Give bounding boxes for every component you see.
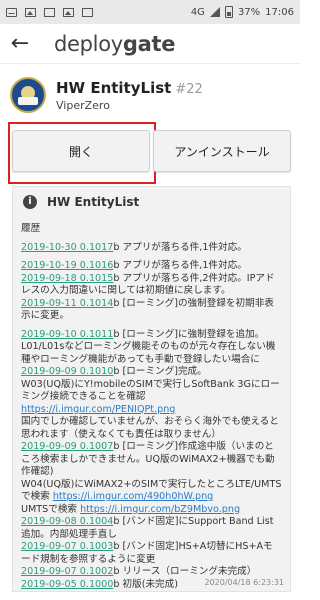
deploygate-logo: deploygate bbox=[54, 32, 175, 56]
list-item: 国内でしか確認していませんが、おそらく海外でも使えると思われます（使えなくても責… bbox=[21, 416, 282, 441]
image-icon bbox=[25, 7, 36, 17]
card-title: HW EntityList bbox=[47, 195, 140, 209]
image-url-link[interactable]: https://i.imgur.com/490h0hW.png bbox=[53, 491, 213, 502]
list-item: https://i.imgur.com/PENIQPt.png bbox=[21, 404, 282, 417]
mail-icon bbox=[6, 7, 17, 17]
gallery-icon bbox=[63, 7, 74, 17]
app-icon bbox=[82, 7, 93, 17]
entry-text: b [ローミング]完成。 bbox=[113, 366, 207, 377]
entry-text: b アプリが落ちる件,1件対応。 bbox=[113, 241, 247, 253]
card-body: 履歴 2019-10-30 0.1017b アプリが落ちる件,1件対応。 201… bbox=[13, 217, 290, 591]
version-link[interactable]: 2019-09-09 0.1007 bbox=[21, 441, 113, 452]
version-link[interactable]: 2019-09-07 0.1002 bbox=[21, 566, 113, 577]
logo-plain: deploy bbox=[54, 31, 123, 56]
version-link[interactable]: 2019-10-19 0.1016 bbox=[21, 260, 113, 271]
app-avatar bbox=[10, 77, 46, 113]
card-header: i HW EntityList bbox=[13, 187, 290, 217]
info-icon: i bbox=[23, 195, 37, 209]
list-item: 2019-10-30 0.1017b アプリが落ちる件,1件対応。 bbox=[21, 242, 282, 255]
list-item: 2019-10-19 0.1016b アプリが落ちる件,1件対応。 bbox=[21, 260, 282, 273]
history-group-1: 2019-10-30 0.1017b アプリが落ちる件,1件対応。 bbox=[21, 242, 282, 255]
list-item: UMTSで検索 https://i.imgur.com/bZ9Mbvo.png bbox=[21, 504, 282, 517]
version-link[interactable]: 2019-09-08 0.1004 bbox=[21, 516, 113, 527]
signal-icon bbox=[209, 7, 220, 17]
list-item: 2019-09-07 0.1003b [バンド固定]HS+A切替にHS+Aモード… bbox=[21, 541, 282, 566]
image-url-link[interactable]: https://i.imgur.com/PENIQPt.png bbox=[21, 404, 175, 415]
open-button[interactable]: 開く bbox=[12, 130, 150, 172]
version-link[interactable]: 2019-10-30 0.1017 bbox=[21, 242, 113, 253]
app-name: HW EntityList bbox=[56, 79, 172, 97]
list-item: 2019-09-08 0.1004b [バンド固定]にSupport Band … bbox=[21, 516, 282, 541]
list-item: W04(UQ版)にWiMAX2+のSIMで実行したところLTE/UMTSで検索 … bbox=[21, 479, 282, 504]
list-item: 2019-09-18 0.1015b アプリが落ちる件,2件対応。IPアドレスの… bbox=[21, 273, 282, 298]
status-right: 4G 37% 17:06 bbox=[191, 6, 294, 18]
uninstall-button[interactable]: アンインストール bbox=[153, 130, 291, 172]
updated-timestamp: 2020/04/18 6:23:31 bbox=[204, 578, 285, 587]
history-group-2: 2019-10-19 0.1016b アプリが落ちる件,1件対応。 2019-0… bbox=[21, 260, 282, 323]
app-title-block: HW EntityList #22 ViperZero bbox=[56, 78, 203, 112]
version-link[interactable]: 2019-09-11 0.1014 bbox=[21, 298, 113, 309]
info-card: i HW EntityList 履歴 2019-10-30 0.1017b アプ… bbox=[12, 186, 291, 592]
entry-text: UMTSで検索 bbox=[21, 503, 78, 515]
history-label: 履歴 bbox=[21, 223, 41, 234]
app-header: HW EntityList #22 ViperZero bbox=[0, 70, 300, 120]
logo-bold: gate bbox=[122, 31, 176, 56]
clock: 17:06 bbox=[265, 6, 294, 18]
calculator-icon bbox=[44, 7, 55, 17]
status-bar: 4G 37% 17:06 bbox=[0, 0, 300, 24]
battery-icon bbox=[224, 6, 233, 18]
version-link[interactable]: 2019-09-09 0.1010 bbox=[21, 366, 113, 377]
version-link[interactable]: 2019-09-10 0.1011 bbox=[21, 329, 113, 340]
status-left-icons bbox=[6, 7, 93, 17]
battery-percent: 37% bbox=[237, 6, 261, 18]
version-link[interactable]: 2019-09-18 0.1015 bbox=[21, 273, 113, 284]
list-item: W03(UQ版)にY!mobileのSIMで実行しSoftBank 3Gにローミ… bbox=[21, 379, 282, 404]
history-group-3: 2019-09-10 0.1011b [ローミング]に強制登録を追加。L01/L… bbox=[21, 329, 282, 592]
entry-text: b リリース（ローミング未完成） bbox=[113, 566, 257, 577]
list-item: 2019-09-09 0.1007b [ローミング]作成途中版（いまのところ検索… bbox=[21, 441, 282, 479]
version-link[interactable]: 2019-09-05 0.1000 bbox=[21, 579, 113, 590]
network-type: 4G bbox=[190, 6, 205, 18]
list-item: 2019-09-07 0.1002b リリース（ローミング未完成） bbox=[21, 566, 282, 579]
app-bar: ← deploygate bbox=[0, 24, 300, 64]
list-item: 2019-09-09 0.1010b [ローミング]完成。 bbox=[21, 366, 282, 379]
image-url-link[interactable]: https://i.imgur.com/bZ9Mbvo.png bbox=[80, 504, 240, 515]
version-link[interactable]: 2019-09-07 0.1003 bbox=[21, 541, 113, 552]
list-item: 2019-09-10 0.1011b [ローミング]に強制登録を追加。L01/L… bbox=[21, 329, 282, 367]
app-org: ViperZero bbox=[56, 99, 110, 112]
entry-text: 国内でしか確認していませんが、おそらく海外でも使えると思われます（使えなくても責… bbox=[21, 416, 279, 440]
entry-text: W03(UQ版)にY!mobileのSIMで実行しSoftBank 3Gにローミ… bbox=[21, 378, 280, 403]
app-number: #22 bbox=[175, 82, 203, 97]
entry-text: b アプリが落ちる件,1件対応。 bbox=[113, 260, 247, 271]
back-arrow-icon[interactable]: ← bbox=[0, 24, 40, 64]
list-item: 2019-09-11 0.1014b [ローミング]の強制登録を初期非表示に変更… bbox=[21, 298, 282, 323]
entry-text: b 初版(未完成) bbox=[113, 578, 178, 590]
